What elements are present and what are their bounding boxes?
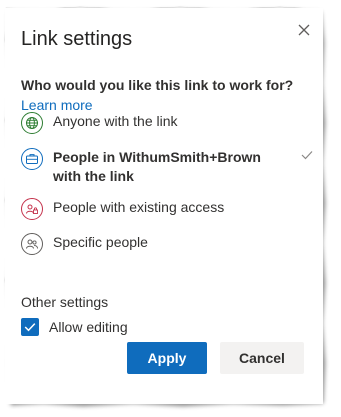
close-button[interactable] xyxy=(294,20,314,40)
option-existing-access-label: People with existing access xyxy=(53,199,225,215)
audience-question: Who would you like this link to work for… xyxy=(21,77,294,93)
other-settings-heading: Other settings xyxy=(21,294,109,310)
globe-icon xyxy=(21,112,43,134)
close-icon xyxy=(298,24,310,36)
apply-button[interactable]: Apply xyxy=(127,342,207,374)
option-organization[interactable]: People in WithumSmith+Brown with the lin… xyxy=(21,148,313,186)
checkmark-icon xyxy=(301,151,313,160)
option-existing-access[interactable]: People with existing access xyxy=(21,198,313,220)
allow-editing-label: Allow editing xyxy=(49,319,128,335)
cancel-button[interactable]: Cancel xyxy=(220,342,304,374)
people-lock-icon xyxy=(21,198,43,220)
briefcase-icon xyxy=(21,148,43,170)
dialog-title: Link settings xyxy=(21,28,133,50)
option-specific-people[interactable]: Specific people xyxy=(21,233,313,255)
link-settings-dialog: Link settings Who would you like this li… xyxy=(5,8,323,404)
option-anyone-label: Anyone with the link xyxy=(53,113,178,129)
people-icon xyxy=(21,233,43,255)
option-specific-people-label: Specific people xyxy=(53,234,148,250)
learn-more-link[interactable]: Learn more xyxy=(21,97,93,113)
option-anyone[interactable]: Anyone with the link xyxy=(21,112,313,134)
checkbox-checked-icon xyxy=(21,318,39,336)
allow-editing-checkbox[interactable]: Allow editing xyxy=(21,318,128,336)
option-organization-label: People in WithumSmith+Brown with the lin… xyxy=(53,149,261,184)
